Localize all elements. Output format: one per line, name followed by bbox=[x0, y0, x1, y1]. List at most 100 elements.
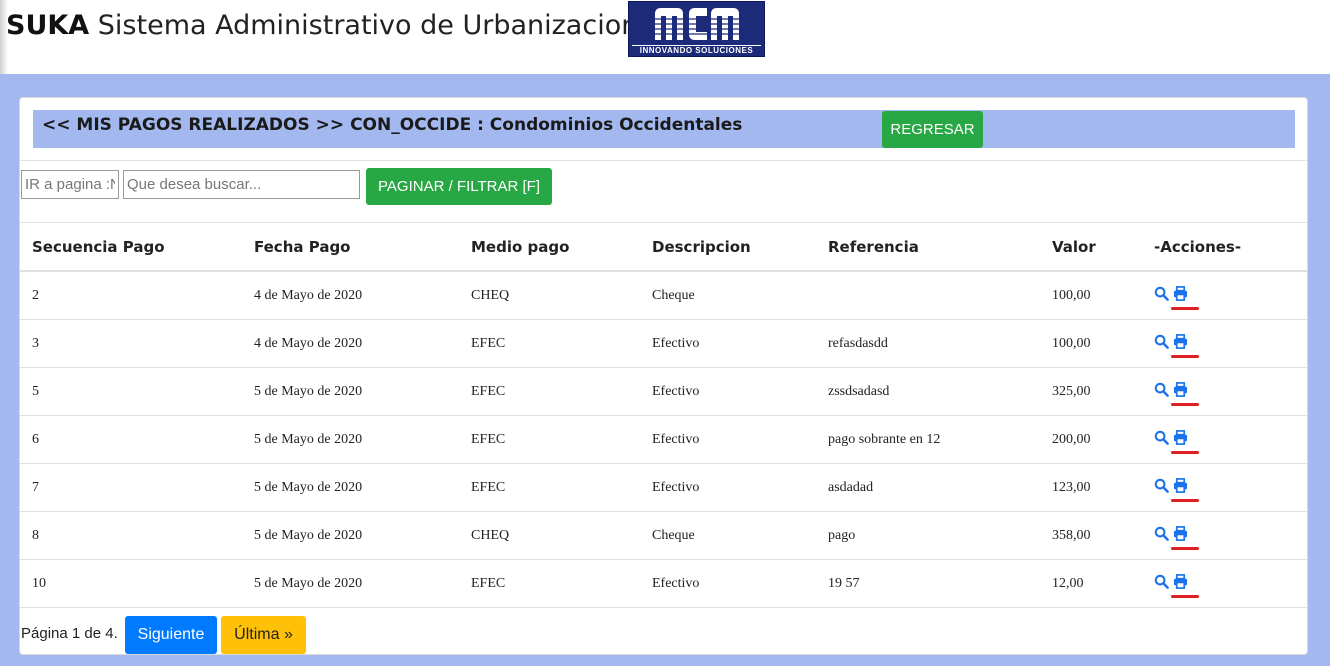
cell-date: 5 de Mayo de 2020 bbox=[242, 463, 459, 512]
company-logo: INNOVANDO SOLUCIONES bbox=[628, 1, 765, 57]
cell-description: Efectivo bbox=[640, 559, 816, 608]
actions-group bbox=[1154, 464, 1307, 511]
cell-value: 123,00 bbox=[1040, 463, 1142, 512]
cell-value: 12,00 bbox=[1040, 559, 1142, 608]
next-page-button[interactable]: Siguiente bbox=[125, 616, 217, 654]
cell-actions bbox=[1142, 511, 1307, 560]
app-subtitle: Sistema Administrativo de Urbanizaciones bbox=[89, 10, 670, 41]
cell-reference: asdadad bbox=[816, 463, 1040, 512]
search-icon[interactable] bbox=[1154, 430, 1170, 446]
payments-table: Secuencia Pago Fecha Pago Medio pago Des… bbox=[20, 223, 1307, 608]
cell-description: Efectivo bbox=[640, 415, 816, 464]
cell-date: 5 de Mayo de 2020 bbox=[242, 511, 459, 560]
cell-method: EFEC bbox=[459, 415, 640, 464]
cell-reference: pago bbox=[816, 511, 1040, 560]
cell-date: 5 de Mayo de 2020 bbox=[242, 559, 459, 608]
cell-description: Cheque bbox=[640, 511, 816, 560]
cell-method: EFEC bbox=[459, 559, 640, 608]
cell-reference: 19 57 bbox=[816, 559, 1040, 608]
cell-value: 100,00 bbox=[1040, 319, 1142, 368]
app-title: SUKA Sistema Administrativo de Urbanizac… bbox=[6, 10, 669, 41]
actions-group bbox=[1154, 368, 1307, 415]
cell-method: EFEC bbox=[459, 367, 640, 416]
print-icon[interactable] bbox=[1173, 526, 1189, 542]
print-icon[interactable] bbox=[1173, 382, 1189, 398]
cell-value: 200,00 bbox=[1040, 415, 1142, 464]
col-header-description: Descripcion bbox=[640, 223, 816, 272]
cell-value: 100,00 bbox=[1040, 271, 1142, 320]
search-icon[interactable] bbox=[1154, 286, 1170, 302]
cell-actions bbox=[1142, 271, 1307, 320]
cell-method: EFEC bbox=[459, 463, 640, 512]
mcm-logo-mark-icon bbox=[651, 4, 743, 44]
search-icon[interactable] bbox=[1154, 574, 1170, 590]
print-underline-mark bbox=[1171, 499, 1199, 502]
table-row: 24 de Mayo de 2020 CHEQ Cheque 100,00 bbox=[20, 271, 1307, 320]
print-underline-mark bbox=[1171, 595, 1199, 598]
print-icon[interactable] bbox=[1173, 574, 1189, 590]
table-row: 75 de Mayo de 2020 EFEC Efectivo asdadad 123… bbox=[20, 463, 1307, 512]
print-underline-mark bbox=[1171, 403, 1199, 406]
cell-actions bbox=[1142, 559, 1307, 608]
cell-actions bbox=[1142, 463, 1307, 512]
col-header-sequence: Secuencia Pago bbox=[20, 223, 242, 272]
print-icon[interactable] bbox=[1173, 478, 1189, 494]
cell-value: 358,00 bbox=[1040, 511, 1142, 560]
page-title: << MIS PAGOS REALIZADOS >> CON_OCCIDE : … bbox=[42, 115, 743, 135]
cell-description: Efectivo bbox=[640, 367, 816, 416]
cell-sequence: 6 bbox=[20, 415, 242, 464]
print-underline-mark bbox=[1171, 547, 1199, 550]
cell-actions bbox=[1142, 415, 1307, 464]
col-header-method: Medio pago bbox=[459, 223, 640, 272]
cell-sequence: 7 bbox=[20, 463, 242, 512]
table-row: 34 de Mayo de 2020 EFEC Efectivo refasdasdd… bbox=[20, 319, 1307, 368]
print-icon[interactable] bbox=[1173, 430, 1189, 446]
divider bbox=[20, 160, 1307, 161]
top-bar: SUKA Sistema Administrativo de Urbanizac… bbox=[0, 0, 1330, 74]
cell-date: 4 de Mayo de 2020 bbox=[242, 319, 459, 368]
cell-actions bbox=[1142, 319, 1307, 368]
search-icon[interactable] bbox=[1154, 334, 1170, 350]
cell-method: CHEQ bbox=[459, 271, 640, 320]
cell-description: Efectivo bbox=[640, 319, 816, 368]
cell-reference: zssdsadasd bbox=[816, 367, 1040, 416]
cell-sequence: 10 bbox=[20, 559, 242, 608]
cell-sequence: 8 bbox=[20, 511, 242, 560]
cell-date: 5 de Mayo de 2020 bbox=[242, 367, 459, 416]
back-button[interactable]: REGRESAR bbox=[882, 111, 983, 148]
cell-method: CHEQ bbox=[459, 511, 640, 560]
print-underline-mark bbox=[1171, 355, 1199, 358]
search-icon[interactable] bbox=[1154, 382, 1170, 398]
print-icon[interactable] bbox=[1173, 286, 1189, 302]
search-icon[interactable] bbox=[1154, 478, 1170, 494]
print-underline-mark bbox=[1171, 451, 1199, 454]
cell-value: 325,00 bbox=[1040, 367, 1142, 416]
cell-date: 5 de Mayo de 2020 bbox=[242, 415, 459, 464]
col-header-reference: Referencia bbox=[816, 223, 1040, 272]
last-page-button[interactable]: Última » bbox=[221, 616, 306, 654]
table-row: 65 de Mayo de 2020 EFEC Efectivo pago sobra… bbox=[20, 415, 1307, 464]
print-underline-mark bbox=[1171, 307, 1199, 310]
col-header-value: Valor bbox=[1040, 223, 1142, 272]
header-band: << MIS PAGOS REALIZADOS >> CON_OCCIDE : … bbox=[33, 110, 1295, 148]
cell-actions bbox=[1142, 367, 1307, 416]
table-row: 10 5 de Mayo de 2020 EFEC Efectivo 19 57 12,0… bbox=[20, 559, 1307, 608]
pagination-status: Página 1 de 4. bbox=[21, 625, 118, 642]
actions-group bbox=[1154, 512, 1307, 559]
cell-description: Efectivo bbox=[640, 463, 816, 512]
col-header-actions: -Acciones- bbox=[1142, 223, 1307, 272]
cell-reference: refasdasdd bbox=[816, 319, 1040, 368]
go-to-page-input[interactable] bbox=[21, 170, 119, 199]
search-input[interactable] bbox=[123, 170, 360, 199]
col-header-date: Fecha Pago bbox=[242, 223, 459, 272]
cell-sequence: 2 bbox=[20, 271, 242, 320]
cell-method: EFEC bbox=[459, 319, 640, 368]
search-icon[interactable] bbox=[1154, 526, 1170, 542]
table-row: 85 de Mayo de 2020 CHEQ Cheque pago 358,00 bbox=[20, 511, 1307, 560]
payments-card: << MIS PAGOS REALIZADOS >> CON_OCCIDE : … bbox=[19, 97, 1308, 655]
cell-sequence: 5 bbox=[20, 367, 242, 416]
app-brand: SUKA bbox=[6, 10, 90, 41]
print-icon[interactable] bbox=[1173, 334, 1189, 350]
cell-sequence: 3 bbox=[20, 319, 242, 368]
paginate-filter-button[interactable]: PAGINAR / FILTRAR [F] bbox=[366, 168, 552, 205]
